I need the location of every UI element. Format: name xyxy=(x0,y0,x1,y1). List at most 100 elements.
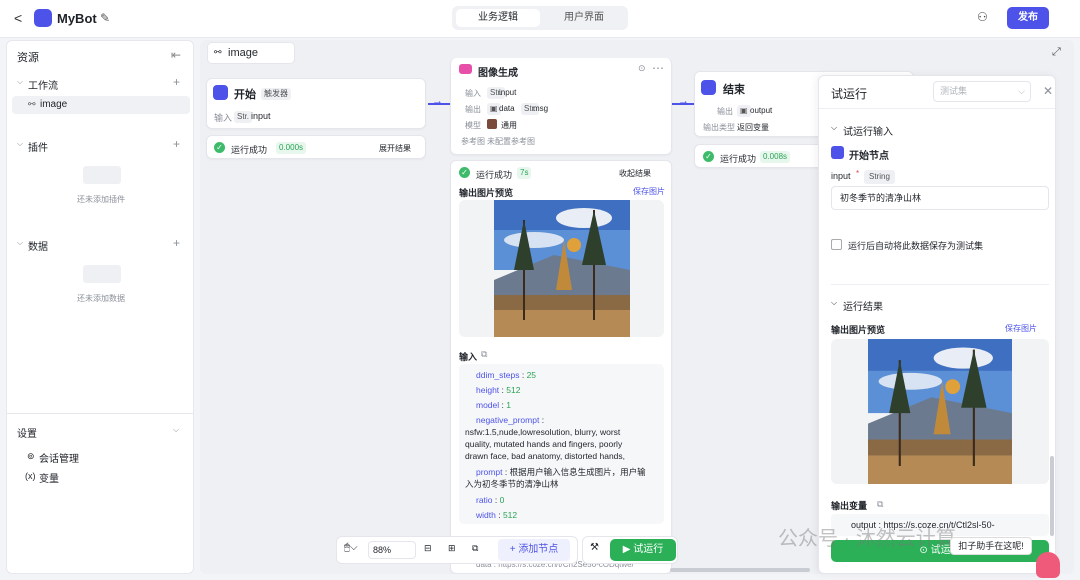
sidebar-title: 资源 xyxy=(17,52,39,64)
assistant-tooltip[interactable]: 扣子助手在这呢! xyxy=(950,537,1032,555)
tab-user-interface[interactable]: 用户界面 xyxy=(544,9,624,27)
reference-value: 未配置参考图 xyxy=(487,137,535,146)
param-sep: : xyxy=(495,510,503,520)
output-label: 输出 xyxy=(465,105,481,114)
start-run-status: ✓ 运行成功 0.000s 展开结果 xyxy=(206,135,426,159)
param-key: negative_prompt xyxy=(476,415,540,425)
mouse-mode-icon[interactable]: 🖱⌵ xyxy=(344,542,358,553)
tab-label: 用户界面 xyxy=(564,12,604,23)
publish-button[interactable]: 发布 xyxy=(1007,7,1049,29)
chevron-down-icon[interactable]: ⌵ xyxy=(17,77,23,87)
param-sep: : xyxy=(492,495,500,505)
section-plugin[interactable]: 插件 xyxy=(28,139,48,154)
collapse-sidebar-icon[interactable]: ⇤ xyxy=(171,48,181,62)
status-text: 运行成功 xyxy=(476,170,513,180)
end-node-icon xyxy=(701,80,716,95)
empty-data-text: 还未添加数据 xyxy=(77,294,125,303)
param-sep: : xyxy=(502,467,510,477)
select-placeholder: 测试集 xyxy=(940,86,968,96)
settings-item-variable[interactable]: 变量 xyxy=(39,470,59,485)
section-workflow[interactable]: 工作流 xyxy=(28,77,58,92)
output-name: output xyxy=(750,106,773,115)
connector-arrow-icon: → xyxy=(678,95,689,107)
param-key: ddim_steps xyxy=(476,370,520,380)
param-key: width xyxy=(476,510,496,520)
chevron-down-icon[interactable]: ⌵ xyxy=(17,139,23,149)
image-gen-title: 图像生成 xyxy=(478,68,518,79)
divider xyxy=(819,108,1055,109)
more-icon[interactable]: ⋯ xyxy=(652,61,664,75)
save-testset-checkbox[interactable] xyxy=(831,239,842,250)
comment-icon[interactable]: ⊟ xyxy=(424,543,432,554)
tab-business-logic[interactable]: 业务逻辑 xyxy=(456,9,540,27)
edit-icon[interactable]: ✎ xyxy=(100,11,110,25)
input-section-title[interactable]: 试运行输入 xyxy=(843,123,893,138)
model-value: 通用 xyxy=(501,121,517,130)
param-model: model : 1 xyxy=(476,399,511,411)
param-value: 1 xyxy=(506,400,511,410)
chevron-down-icon[interactable]: ⌵ xyxy=(17,238,23,248)
horizontal-scrollbar[interactable] xyxy=(670,568,810,572)
copy-icon[interactable]: ⧉ xyxy=(877,499,883,510)
wrench-icon[interactable]: ⚒ xyxy=(590,542,599,553)
autumn-forest-image xyxy=(868,339,1012,484)
image-generation-node[interactable]: 图像生成 ⊙ ⋯ 输入 Str. input 输出 ▣ data Str. ms… xyxy=(450,58,672,155)
empty-plugin-illustration xyxy=(83,166,121,184)
vertical-scrollbar[interactable] xyxy=(1050,456,1054,536)
settings-item-conversation[interactable]: 会话管理 xyxy=(39,450,79,465)
success-icon: ✓ xyxy=(214,142,225,153)
result-section-title[interactable]: 运行结果 xyxy=(843,298,883,313)
fullscreen-icon[interactable]: ⤢ xyxy=(1052,46,1061,59)
param-prompt: prompt : 根据用户输入信息生成图片，用户输入为初冬季节的清净山林 xyxy=(465,466,651,490)
close-icon[interactable]: ✕ xyxy=(1043,84,1053,98)
param-value: 512 xyxy=(502,510,518,520)
end-node-title: 结束 xyxy=(723,84,745,96)
test-set-select[interactable]: 测试集 ⌵ xyxy=(933,81,1031,102)
image-gen-icon xyxy=(459,64,472,74)
back-icon[interactable]: < xyxy=(14,10,22,26)
canvas-tab[interactable]: ⚯ image xyxy=(207,42,295,64)
param-negative-prompt: negative_prompt : nsfw:1.5,nude,lowresol… xyxy=(465,414,645,462)
param-sep: : xyxy=(519,370,527,380)
chevron-down-icon[interactable]: ⌵ xyxy=(831,123,837,133)
add-node-button[interactable]: + 添加节点 xyxy=(498,539,570,561)
param-ddim-steps: ddim_steps : 25 xyxy=(476,369,536,381)
tab-label: 业务逻辑 xyxy=(478,12,518,23)
copy-icon[interactable]: ⧉ xyxy=(481,349,487,360)
param-value: 512 xyxy=(506,385,521,395)
save-image-link[interactable]: 保存图片 xyxy=(633,186,665,197)
minimap-icon[interactable]: ⧉ xyxy=(472,543,478,554)
param-height: height : 512 xyxy=(476,384,520,396)
add-plugin-icon[interactable]: + xyxy=(173,137,180,151)
output-type-value: 返回变量 xyxy=(737,123,769,132)
input-field[interactable]: 初冬季节的清净山林 xyxy=(831,186,1049,210)
save-image-link[interactable]: 保存图片 xyxy=(1005,323,1037,334)
sidebar-item-label: image xyxy=(40,99,68,110)
collapse-results-button[interactable]: 收起结果 xyxy=(619,168,651,179)
add-data-icon[interactable]: + xyxy=(173,236,180,250)
divider xyxy=(7,413,193,414)
add-workflow-icon[interactable]: + xyxy=(173,75,180,89)
info-icon[interactable]: ⊙ xyxy=(638,63,646,74)
sidebar-item-image[interactable]: ⚯ image xyxy=(12,96,190,114)
chevron-down-icon[interactable]: ⌵ xyxy=(173,425,179,435)
reference-label: 参考图 xyxy=(461,137,485,146)
start-node[interactable]: 开始 触发器 输入 Str. input xyxy=(206,78,426,129)
collaborator-icon[interactable]: ⚇ xyxy=(977,10,988,24)
tooltip-text: 扣子助手在这呢! xyxy=(958,541,1024,551)
test-run-button[interactable]: ▶ 试运行 xyxy=(610,539,676,561)
connector-arrow-icon: → xyxy=(432,95,443,107)
layout-icon[interactable]: ⊞ xyxy=(448,543,456,554)
zoom-select[interactable]: 88% xyxy=(368,541,416,559)
assistant-mascot-icon[interactable] xyxy=(1036,552,1060,578)
output-label: 输出 xyxy=(717,107,733,116)
expand-results-button[interactable]: 展开结果 xyxy=(379,143,411,154)
section-data[interactable]: 数据 xyxy=(28,238,48,253)
model-label: 模型 xyxy=(465,121,481,130)
settings-title[interactable]: 设置 xyxy=(17,425,37,440)
chevron-down-icon[interactable]: ⌵ xyxy=(831,298,837,308)
start-node-icon xyxy=(213,85,228,100)
app-name: MyBot xyxy=(57,11,97,26)
empty-plugin-text: 还未添加插件 xyxy=(77,195,125,204)
run-time: 0.000s xyxy=(276,142,307,154)
